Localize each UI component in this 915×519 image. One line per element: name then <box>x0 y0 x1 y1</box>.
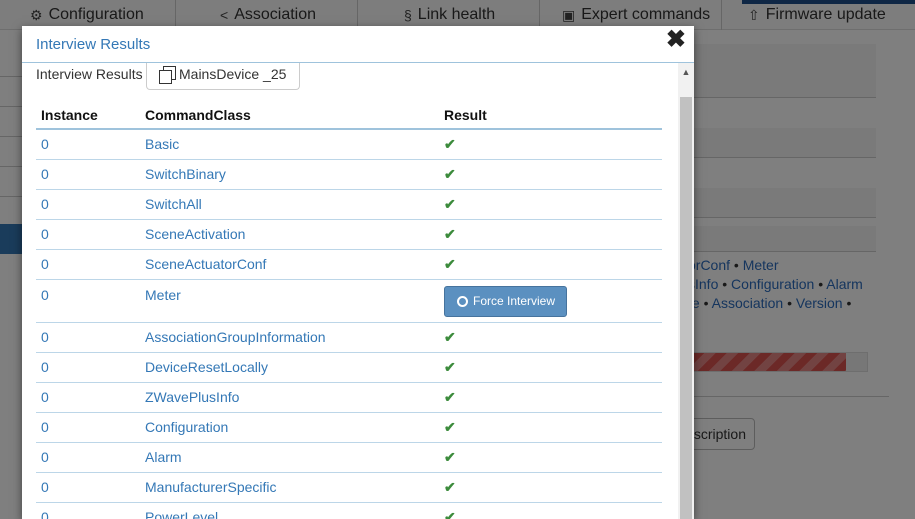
table-row: 0 AssociationGroupInformation ✔ <box>36 322 662 353</box>
copy-icon <box>159 66 176 84</box>
command-class-link[interactable]: DeviceResetLocally <box>140 352 439 383</box>
table-row: 0 Configuration ✔ <box>36 412 662 443</box>
instance-link[interactable]: 0 <box>36 279 140 323</box>
check-icon: ✔ <box>444 358 456 375</box>
table-row: 0 Basic ✔ <box>36 129 662 160</box>
instance-link[interactable]: 0 <box>36 502 140 519</box>
check-icon: ✔ <box>444 165 456 182</box>
interview-results-modal: Interview Results ✖ Interview Results Ma… <box>22 26 694 519</box>
table-row: 0 Meter Force Interview <box>36 279 662 323</box>
command-class-link[interactable]: SceneActivation <box>140 219 439 250</box>
command-class-link[interactable]: ManufacturerSpecific <box>140 472 439 503</box>
modal-scrollbar[interactable]: ▲ <box>678 63 694 519</box>
table-row: 0 SwitchBinary ✔ <box>36 159 662 190</box>
modal-body: Interview Results MainsDevice _25 Instan… <box>22 63 694 519</box>
result-cell: ✔ <box>439 249 662 280</box>
instance-link[interactable]: 0 <box>36 472 140 503</box>
table-row: 0 SceneActuatorConf ✔ <box>36 249 662 280</box>
force-interview-button[interactable]: Force Interview <box>444 285 567 317</box>
command-class-link[interactable]: ZWavePlusInfo <box>140 382 439 413</box>
refresh-icon <box>457 295 468 307</box>
table-row: 0 SwitchAll ✔ <box>36 189 662 220</box>
instance-link[interactable]: 0 <box>36 352 140 383</box>
check-icon: ✔ <box>444 135 456 152</box>
command-class-link[interactable]: Configuration <box>140 412 439 443</box>
table-row: 0 DeviceResetLocally ✔ <box>36 352 662 383</box>
force-interview-label: Force Interview <box>473 294 556 308</box>
check-icon: ✔ <box>444 478 456 495</box>
check-icon: ✔ <box>444 508 456 519</box>
result-cell: ✔ <box>439 472 662 503</box>
scrollbar-thumb[interactable] <box>680 97 692 519</box>
table-row: 0 Alarm ✔ <box>36 442 662 473</box>
instance-link[interactable]: 0 <box>36 412 140 443</box>
device-copy-button[interactable]: MainsDevice _25 <box>146 63 300 90</box>
modal-scroll-content: Interview Results MainsDevice _25 Instan… <box>22 63 678 519</box>
result-cell: ✔ <box>439 352 662 383</box>
modal-header: Interview Results ✖ <box>22 26 694 63</box>
check-icon: ✔ <box>444 328 456 345</box>
result-cell: Force Interview <box>439 279 662 323</box>
command-class-link[interactable]: PowerLevel <box>140 502 439 519</box>
instance-link[interactable]: 0 <box>36 382 140 413</box>
table-row: 0 ZWavePlusInfo ✔ <box>36 382 662 413</box>
table-header-row: Instance CommandClass Result <box>36 101 662 130</box>
result-cell: ✔ <box>439 322 662 353</box>
instance-link[interactable]: 0 <box>36 249 140 280</box>
command-class-link[interactable]: Basic <box>140 129 439 160</box>
table-row: 0 SceneActivation ✔ <box>36 219 662 250</box>
modal-title: Interview Results <box>36 36 151 53</box>
instance-link[interactable]: 0 <box>36 129 140 160</box>
command-class-link[interactable]: Meter <box>140 279 439 323</box>
interview-results-label: Interview Results <box>36 66 143 82</box>
column-header-result: Result <box>439 101 662 130</box>
command-class-link[interactable]: SwitchAll <box>140 189 439 220</box>
check-icon: ✔ <box>444 225 456 242</box>
instance-link[interactable]: 0 <box>36 159 140 190</box>
instance-link[interactable]: 0 <box>36 219 140 250</box>
table-row: 0 ManufacturerSpecific ✔ <box>36 472 662 503</box>
result-cell: ✔ <box>439 219 662 250</box>
command-class-link[interactable]: AssociationGroupInformation <box>140 322 439 353</box>
command-class-link[interactable]: SceneActuatorConf <box>140 249 439 280</box>
table-row: 0 PowerLevel ✔ <box>36 502 662 519</box>
close-icon[interactable]: ✖ <box>666 28 686 52</box>
column-header-commandclass: CommandClass <box>140 101 439 130</box>
check-icon: ✔ <box>444 195 456 212</box>
result-cell: ✔ <box>439 442 662 473</box>
instance-link[interactable]: 0 <box>36 442 140 473</box>
result-cell: ✔ <box>439 129 662 160</box>
check-icon: ✔ <box>444 388 456 405</box>
device-name: MainsDevice _25 <box>179 66 287 82</box>
command-class-link[interactable]: Alarm <box>140 442 439 473</box>
result-cell: ✔ <box>439 502 662 519</box>
interview-results-table: Instance CommandClass Result 0 Basic ✔ 0 Swi… <box>36 101 662 519</box>
result-cell: ✔ <box>439 159 662 190</box>
instance-link[interactable]: 0 <box>36 322 140 353</box>
check-icon: ✔ <box>444 418 456 435</box>
check-icon: ✔ <box>444 448 456 465</box>
check-icon: ✔ <box>444 255 456 272</box>
result-cell: ✔ <box>439 382 662 413</box>
command-class-link[interactable]: SwitchBinary <box>140 159 439 190</box>
scroll-up-icon[interactable]: ▲ <box>678 63 694 80</box>
instance-link[interactable]: 0 <box>36 189 140 220</box>
result-cell: ✔ <box>439 189 662 220</box>
column-header-instance: Instance <box>36 101 140 130</box>
result-cell: ✔ <box>439 412 662 443</box>
